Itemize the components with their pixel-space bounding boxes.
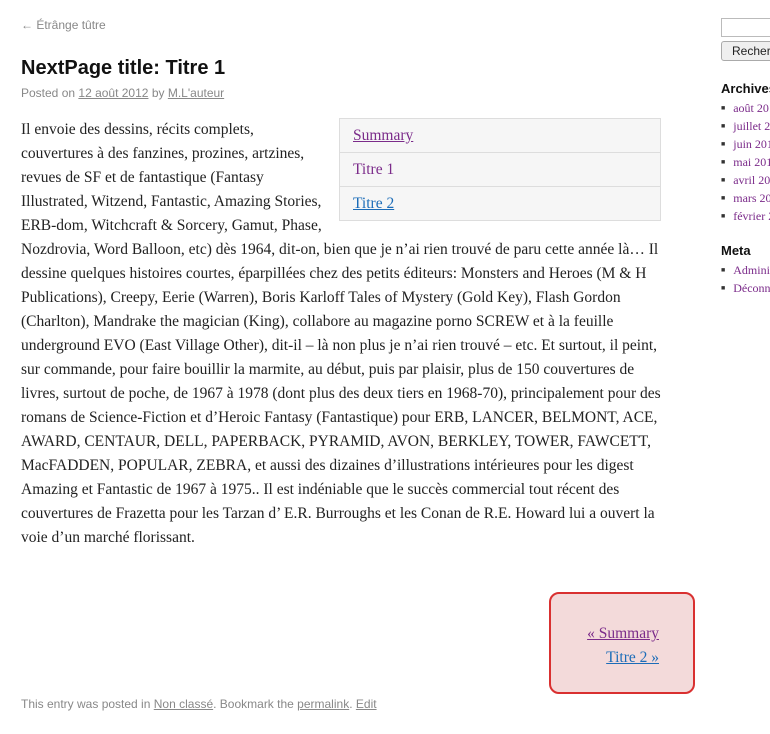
archive-link[interactable]: mars 2012 — [733, 191, 770, 205]
table-of-contents: Summary Titre 1 Titre 2 — [339, 118, 661, 221]
meta-title: Meta — [721, 243, 751, 258]
posted-on-label: Posted on — [21, 86, 76, 100]
archive-item: février 2012 — [721, 207, 770, 225]
toc-item-summary[interactable]: Summary — [340, 119, 660, 153]
archive-link[interactable]: juillet 2012 — [733, 119, 770, 133]
meta-list: Administration Déconnexion — [721, 261, 770, 297]
page-navigation-highlight: « Summary Titre 2 » — [549, 592, 695, 694]
next-page-link[interactable]: Titre 2 » — [606, 649, 659, 667]
author-link[interactable]: M.L'auteur — [168, 86, 224, 100]
archive-item: avril 2012 — [721, 171, 770, 189]
archive-link[interactable]: avril 2012 — [733, 173, 770, 187]
previous-post-link[interactable]: ← Étrânge tûtre — [21, 18, 106, 32]
edit-link[interactable]: Edit — [356, 697, 377, 711]
archives-list: août 2012 juillet 2012 juin 2012 mai 201… — [721, 99, 770, 225]
footer-text-period: . — [349, 697, 353, 711]
archive-item: août 2012 — [721, 99, 770, 117]
meta-item: Déconnexion — [721, 279, 770, 297]
logout-link[interactable]: Déconnexion — [733, 281, 770, 295]
permalink-link[interactable]: permalink — [297, 697, 349, 711]
post-content: Summary Titre 1 Titre 2 Il envoie des de… — [21, 118, 661, 550]
archive-link[interactable]: juin 2012 — [733, 137, 770, 151]
archive-item: juillet 2012 — [721, 117, 770, 135]
sidebar: Recherche Archives août 2012 juillet 201… — [721, 18, 770, 308]
archive-item: juin 2012 — [721, 135, 770, 153]
archives-title: Archives — [721, 81, 770, 96]
post-date-link[interactable]: 12 août 2012 — [78, 86, 148, 100]
archive-item: mai 2012 — [721, 153, 770, 171]
prev-page-link[interactable]: « Summary — [587, 625, 659, 643]
admin-link[interactable]: Administration — [733, 263, 770, 277]
entry-footer: This entry was posted in Non classé. Boo… — [21, 697, 377, 711]
toc-item-titre-2[interactable]: Titre 2 — [340, 187, 660, 220]
meta-item: Administration — [721, 261, 770, 279]
search-button[interactable]: Recherche — [721, 41, 770, 61]
archive-link[interactable]: février 2012 — [733, 209, 770, 223]
search-input[interactable] — [721, 18, 770, 37]
by-label: by — [151, 86, 165, 100]
category-link[interactable]: Non classé — [154, 697, 213, 711]
toc-item-titre-1[interactable]: Titre 1 — [340, 153, 660, 187]
archive-link[interactable]: mai 2012 — [733, 155, 770, 169]
footer-text-posted-in: This entry was posted in — [21, 697, 151, 711]
post-meta: Posted on 12 août 2012 by M.L'auteur — [21, 86, 224, 100]
archive-link[interactable]: août 2012 — [733, 101, 770, 115]
footer-text-bookmark: . Bookmark the — [213, 697, 294, 711]
post-title: NextPage title: Titre 1 — [21, 57, 226, 79]
archive-item: mars 2012 — [721, 189, 770, 207]
